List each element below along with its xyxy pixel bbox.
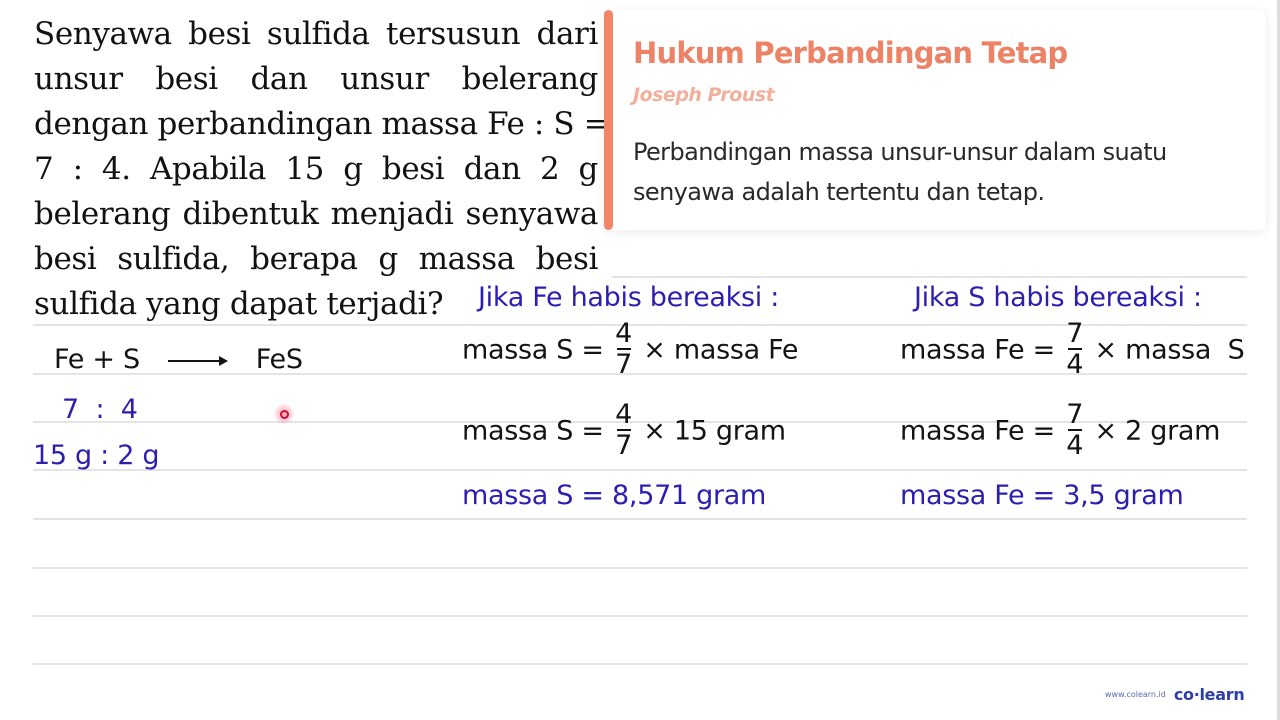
question-line: unsur besi dan unsur belerang [34,61,598,97]
question-text: Senyawa besi sulfida tersusun dari unsur… [34,12,610,327]
case-s-result: massa Fe = 3,5 gram [900,480,1184,511]
card-body-line: senyawa adalah tertentu dan tetap. [633,178,1045,206]
card-accent-bar [604,10,613,230]
case-fe-result: massa S = 8,571 gram [462,480,766,511]
fraction-numerator: 4 [615,399,632,430]
card-title: Hukum Perbandingan Tetap [633,36,1068,70]
ruled-line [33,615,1247,617]
brand-url: www.colearn.id [1105,690,1166,699]
fraction: 4 7 [615,401,632,459]
ruled-line [33,663,1247,665]
case-fe-step2: massa S = 4 7 × 15 gram [462,401,786,461]
reactants: Fe + S [54,344,140,375]
equation-left: massa S = [462,334,604,366]
card-body-line: Perbandingan massa unsur-unsur dalam sua… [633,138,1167,166]
mass-ratio: 7 : 4 [62,394,138,425]
equation-left: massa Fe = [900,415,1055,447]
case-s-step2: massa Fe = 7 4 × 2 gram [900,401,1221,461]
question-line: 7 : 4. Apabila 15 g besi dan 2 g [34,151,598,187]
fraction-denominator: 7 [615,349,632,380]
fraction-numerator: 4 [615,318,632,349]
laser-pointer-cursor [274,404,294,424]
fraction-denominator: 7 [615,430,632,461]
case-s-step1: massa Fe = 7 4 × massa S [900,320,1245,380]
fraction-denominator: 4 [1066,430,1084,461]
equation-left: massa Fe = [900,334,1055,366]
fraction-numerator: 7 [1066,318,1084,349]
reaction-equation: Fe + S FeS [54,346,303,373]
question-line: besi sulfida, berapa g massa besi [34,241,598,277]
equation-right: × massa S [1094,334,1245,366]
question-line: belerang dibentuk menjadi senyawa [34,196,598,232]
equation-left: massa S = [462,415,604,447]
ruled-line [33,469,1247,471]
ruled-line [612,276,1247,278]
ruled-line [33,567,1247,569]
fraction: 4 7 [615,320,632,378]
given-masses: 15 g : 2 g [33,440,160,471]
product: FeS [255,344,303,375]
right-arrow-icon [167,355,228,366]
equation-right: × 15 gram [643,415,786,447]
question-line: dengan perbandingan massa Fe : S = [34,106,610,142]
case-s-heading: Jika S habis bereaksi : [914,282,1202,313]
equation-right: × 2 gram [1094,415,1221,447]
question-line: Senyawa besi sulfida tersusun dari [34,16,598,52]
fraction-denominator: 4 [1066,349,1084,380]
brand-logo: co·learn [1173,685,1245,704]
equation-right: × massa Fe [643,334,799,366]
law-info-card: Hukum Perbandingan Tetap Joseph Proust P… [604,10,1266,230]
card-subtitle: Joseph Proust [633,84,775,106]
brand-watermark: www.colearn.id co·learn [1105,684,1245,704]
fraction-numerator: 7 [1066,399,1084,430]
fraction: 7 4 [1066,401,1083,459]
ruled-line [33,518,1247,520]
fraction: 7 4 [1066,320,1083,378]
case-fe-heading: Jika Fe habis bereaksi : [478,282,780,313]
card-body: Perbandingan massa unsur-unsur dalam sua… [633,132,1243,212]
case-fe-step1: massa S = 4 7 × massa Fe [462,320,799,380]
